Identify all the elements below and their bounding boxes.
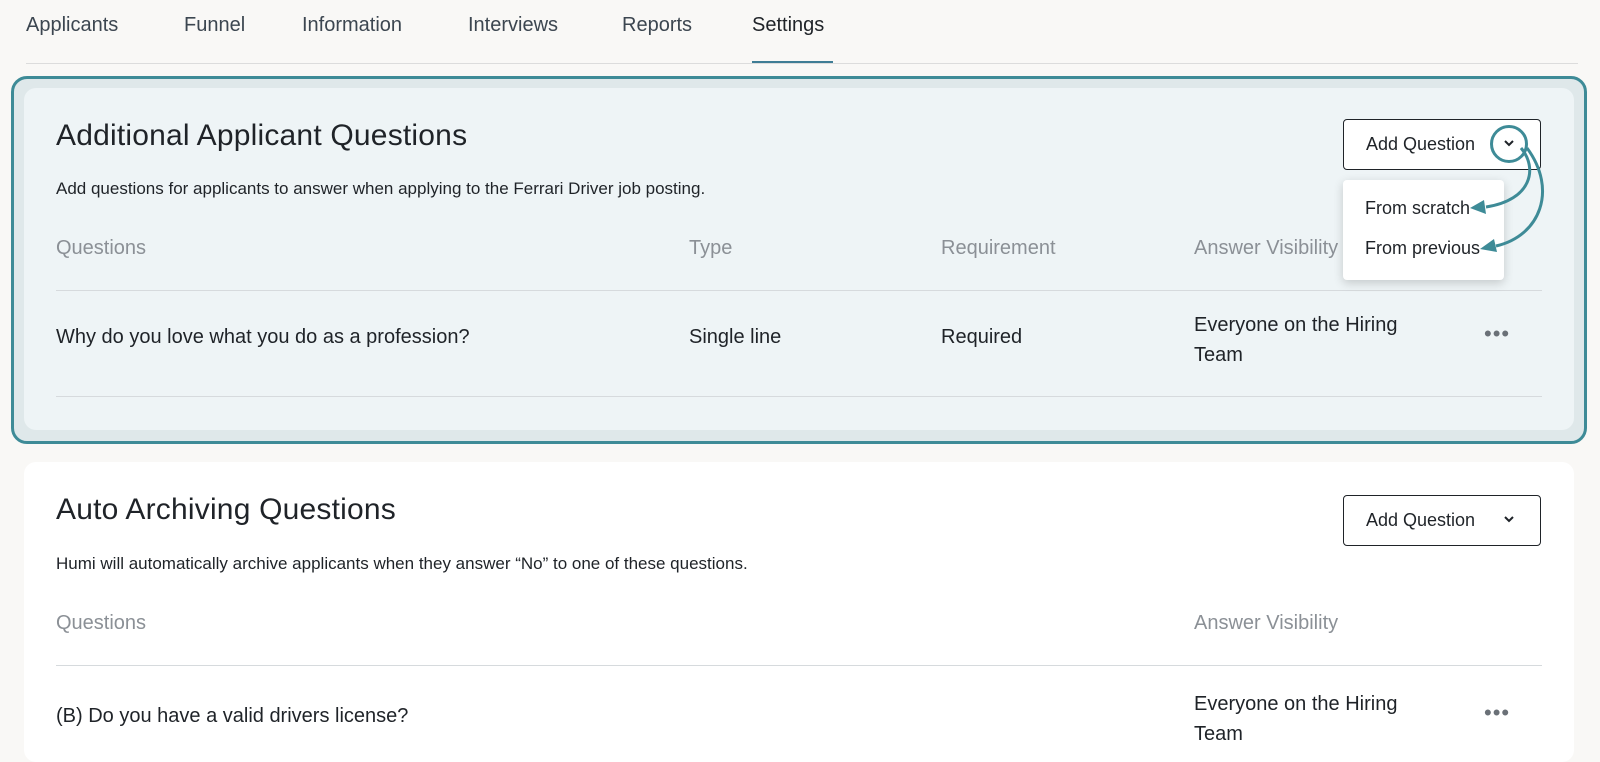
table-divider <box>56 665 1542 666</box>
row-more-icon[interactable]: ••• <box>1484 700 1510 726</box>
tab-information[interactable]: Information <box>302 14 402 37</box>
tab-funnel[interactable]: Funnel <box>184 14 245 37</box>
table-divider <box>56 396 1542 397</box>
menu-item-from-scratch[interactable]: From scratch <box>1365 198 1470 219</box>
col-head-answer-visibility: Answer Visibility <box>1194 612 1339 634</box>
additional-questions-card: Additional Applicant Questions Add quest… <box>24 88 1574 430</box>
add-question-label: Add Question <box>1366 134 1476 154</box>
auto-archiving-title: Auto Archiving Questions <box>56 493 396 526</box>
col-head-questions: Questions <box>56 612 147 634</box>
auto-archiving-description: Humi will automatically archive applican… <box>56 554 748 573</box>
menu-item-from-previous[interactable]: From previous <box>1365 238 1480 259</box>
add-question-button[interactable]: Add Question <box>1343 495 1541 546</box>
chevron-down-icon[interactable] <box>1502 512 1516 526</box>
chevron-highlight-ring <box>1490 125 1528 163</box>
col-head-questions: Questions <box>56 237 147 259</box>
col-head-requirement: Requirement <box>941 237 1056 259</box>
row-more-icon[interactable]: ••• <box>1484 321 1510 347</box>
auto-archiving-card: Auto Archiving Questions Humi will autom… <box>24 462 1574 762</box>
add-question-label: Add Question <box>1366 510 1476 530</box>
tab-interviews[interactable]: Interviews <box>468 14 558 37</box>
tab-settings[interactable]: Settings <box>752 14 824 37</box>
additional-questions-description: Add questions for applicants to answer w… <box>56 179 706 198</box>
additional-questions-title: Additional Applicant Questions <box>56 119 468 152</box>
tab-applicants[interactable]: Applicants <box>26 14 118 37</box>
add-question-dropdown: From scratch From previous <box>1343 180 1504 280</box>
top-tab-bar: Applicants Funnel Information Interviews… <box>26 0 1578 64</box>
question-text: (B) Do you have a valid drivers license? <box>56 705 409 727</box>
tab-reports[interactable]: Reports <box>622 14 692 37</box>
col-head-answer-visibility: Answer Visibility <box>1194 237 1339 259</box>
table-divider <box>56 290 1542 291</box>
active-tab-indicator <box>752 61 833 63</box>
question-requirement: Required <box>941 326 1023 348</box>
question-type: Single line <box>689 326 782 348</box>
col-head-type: Type <box>689 237 733 259</box>
question-text: Why do you love what you do as a profess… <box>56 326 470 348</box>
question-visibility: Everyone on the Hiring Team <box>1194 314 1398 366</box>
question-visibility: Everyone on the Hiring Team <box>1194 693 1398 745</box>
add-question-button[interactable]: Add Question <box>1343 119 1541 170</box>
